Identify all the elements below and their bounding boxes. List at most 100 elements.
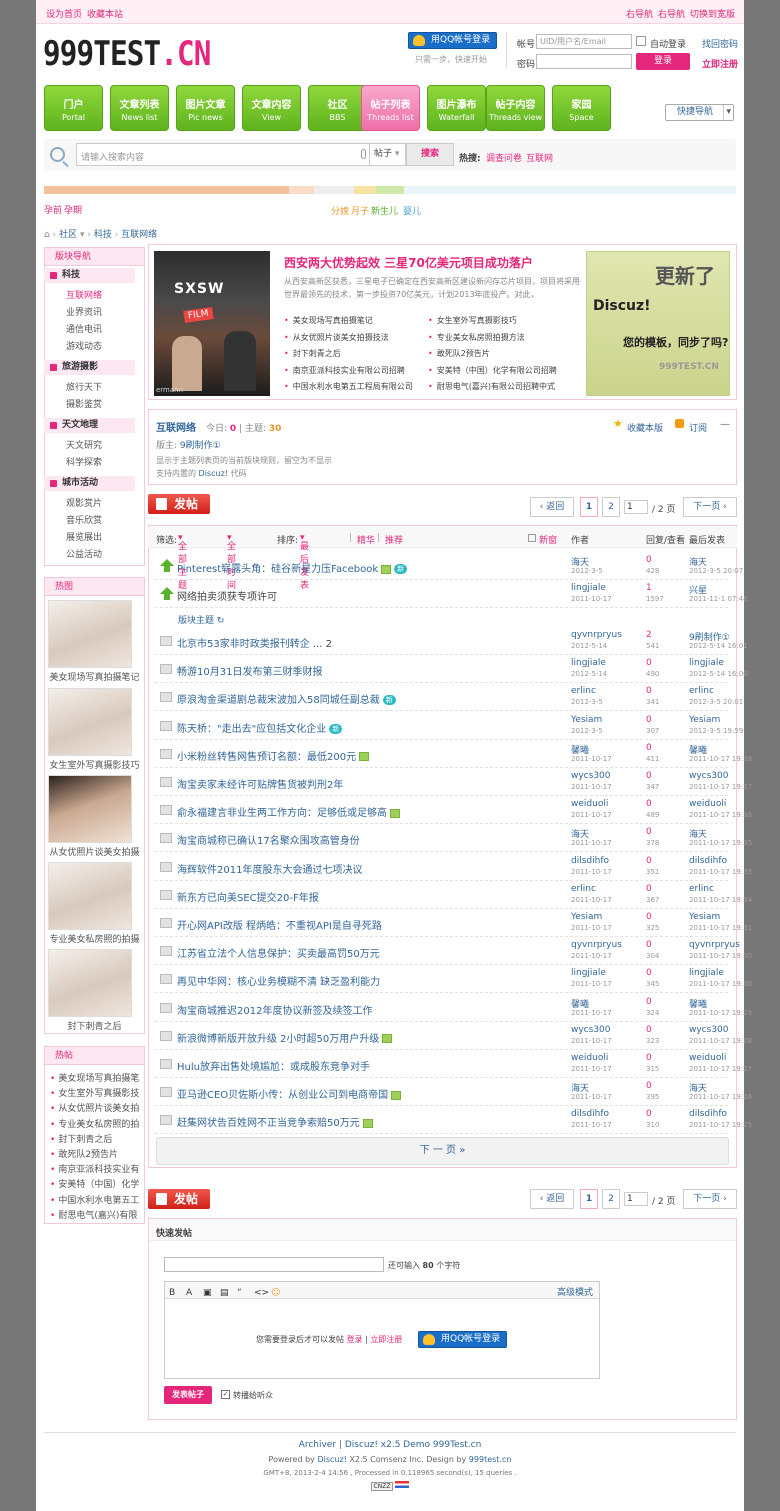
- site-logo[interactable]: 999TEST.CN: [43, 34, 211, 74]
- thread-author[interactable]: lingjiale: [571, 658, 606, 668]
- favorite-forum-link[interactable]: 收藏本版: [627, 421, 663, 434]
- pager-next-button[interactable]: 下一页 ›: [683, 497, 737, 517]
- pager-page-2[interactable]: 2: [602, 1189, 620, 1209]
- subscribe-link[interactable]: 订阅: [689, 421, 707, 434]
- sidebar-category[interactable]: 旅游摄影: [44, 360, 135, 375]
- feature-link[interactable]: 封下刺青之后: [284, 348, 341, 359]
- promo-banner[interactable]: 更新了 Discuz! 您的模板，同步了吗? 999TEST.CN: [586, 251, 730, 396]
- sidebar-item[interactable]: 游戏动态: [66, 339, 102, 352]
- quote-icon[interactable]: “: [237, 1288, 242, 1298]
- table-row[interactable]: 开心网API改版 程炳皓：不重视API是自寻死路 Yesiam 2011-10-17…: [155, 909, 752, 937]
- thread-author[interactable]: dilsdihfo: [571, 1109, 609, 1119]
- post-button-bottom[interactable]: 发帖: [148, 1189, 210, 1209]
- code-icon[interactable]: <>: [254, 1288, 269, 1298]
- thread-subject[interactable]: Hulu放弃出售处境尴尬：或成股东竞争对手: [177, 1058, 370, 1073]
- thread-author[interactable]: weiduoli: [571, 1053, 608, 1063]
- pager-page-1[interactable]: 1: [580, 1189, 598, 1209]
- sidebar-category[interactable]: 城市活动: [44, 476, 135, 491]
- table-row[interactable]: 网络拍卖须获专项许可 lingjiale 2011-10-17 1 1597 兴星 2011…: [155, 580, 748, 608]
- thread-subject[interactable]: Pinterest崭露头角：硅谷新星力压Facebook 新: [177, 560, 408, 575]
- image-icon[interactable]: ▣: [203, 1288, 212, 1298]
- hot-post-link[interactable]: 专业美女私房照的拍: [50, 1117, 139, 1130]
- thread-author[interactable]: lingjiale: [571, 968, 606, 978]
- tag-delivery[interactable]: 分娩: [331, 204, 349, 217]
- thread-subject[interactable]: 小米粉丝转售网售预订名额：最低200元: [177, 748, 370, 763]
- thread-subject[interactable]: 原浪淘金渠道剧总裁宋波加入58同城任副总裁新: [177, 691, 396, 706]
- hot-pic-image[interactable]: [48, 775, 132, 843]
- quick-post-subject[interactable]: [164, 1257, 384, 1272]
- post-button[interactable]: 发帖: [148, 494, 210, 514]
- hot-pic-image[interactable]: [48, 688, 132, 756]
- font-color-icon[interactable]: A: [186, 1288, 192, 1298]
- hot-pic-caption[interactable]: 美女现场写真拍摄笔记: [44, 670, 145, 683]
- feature-link[interactable]: 从女优照片谈美女拍摄技法: [284, 332, 389, 343]
- pager-back-button[interactable]: ‹ 返回: [530, 497, 574, 517]
- auto-login-checkbox[interactable]: [636, 36, 646, 46]
- filter-all-time[interactable]: 全部时间 ▾: [227, 533, 236, 591]
- right-nav-link-1[interactable]: 右导航: [626, 7, 653, 20]
- sidebar-item[interactable]: 摄影鉴赏: [66, 397, 102, 410]
- table-row[interactable]: 淘宝商城推迟2012年度协议新签及续签工作 馨曦 2011-10-17 0 324 馨曦 2…: [155, 994, 752, 1022]
- table-row[interactable]: 畅游10月31日发布第三财季财报 lingjiale 2012-5-14 0 490 li…: [155, 655, 748, 684]
- broadcast-checkbox[interactable]: ✓: [221, 1390, 230, 1399]
- breadcrumb-community[interactable]: 社区: [59, 230, 77, 240]
- last-post-user[interactable]: dilsdihfo: [689, 856, 727, 866]
- smiley-icon[interactable]: ☺: [271, 1288, 280, 1298]
- sidebar-item[interactable]: 观影赏片: [66, 496, 102, 509]
- sidebar-item[interactable]: 通信电讯: [66, 322, 102, 335]
- thread-subject[interactable]: 淘宝卖家未经许可贴牌售货被判刑2年: [177, 776, 343, 791]
- last-post-user[interactable]: weiduoli: [689, 1053, 726, 1063]
- design-link[interactable]: 999test.cn: [469, 1455, 512, 1464]
- pager-back-button[interactable]: ‹ 返回: [530, 1189, 574, 1209]
- cnzz-badge[interactable]: CNZZ: [370, 1482, 394, 1491]
- register-link[interactable]: 立即注册: [702, 57, 738, 70]
- hot-post-link[interactable]: 耐思电气(嘉兴)有限: [50, 1208, 137, 1221]
- table-row[interactable]: 江苏省立法个人信息保护：买卖最高罚50万元 qyvnrpryus 2011-10-1…: [155, 937, 752, 966]
- hot-pic-caption[interactable]: 专业美女私房照的拍摄: [44, 932, 145, 945]
- thread-author[interactable]: weiduoli: [571, 799, 608, 809]
- sidebar-item[interactable]: 公益活动: [66, 547, 102, 560]
- hot-pic-image[interactable]: [48, 600, 132, 668]
- thread-subject[interactable]: 淘宝商城称已确认17名聚众围攻高管身份: [177, 832, 360, 847]
- last-post-user[interactable]: lingjiale: [689, 968, 724, 978]
- last-post-user[interactable]: qyvnrpryus: [689, 940, 740, 950]
- pager-page-1[interactable]: 1: [580, 497, 598, 517]
- nav-item-space[interactable]: 家园 Space: [552, 85, 611, 131]
- table-row[interactable]: 淘宝卖家未经许可贴牌售货被判刑2年 wycs300 2011-10-17 0 347 wy…: [155, 768, 752, 796]
- collapse-icon[interactable]: —: [720, 419, 730, 430]
- hot-post-link[interactable]: 南京亚派科技实业有: [50, 1162, 139, 1175]
- pager-page-input[interactable]: 1: [624, 1192, 648, 1206]
- feature-link[interactable]: 南京亚派科技实业有限公司招聘: [284, 365, 405, 376]
- thread-author[interactable]: Yesiam: [571, 912, 602, 922]
- thread-author[interactable]: wycs300: [571, 771, 611, 781]
- switch-width-link[interactable]: 切换到宽版: [690, 7, 735, 20]
- account-input[interactable]: UID/用户名/Email: [536, 34, 632, 49]
- pager-next-button[interactable]: 下一页 ›: [683, 1189, 737, 1209]
- thread-author[interactable]: qyvnrpryus: [571, 630, 622, 640]
- tag-infant[interactable]: 婴儿: [403, 204, 421, 217]
- search-button[interactable]: 搜索: [406, 143, 454, 166]
- hot-post-link[interactable]: 安美特（中国）化学: [50, 1177, 139, 1190]
- sidebar-item[interactable]: 互联网络: [66, 288, 102, 301]
- table-icon[interactable]: ▤: [220, 1288, 229, 1298]
- feature-title[interactable]: 西安两大优势起效 三星70亿美元项目成功落户: [284, 254, 533, 271]
- hot-pic-image[interactable]: [48, 949, 132, 1017]
- thread-subject[interactable]: 江苏省立法个人信息保护：买卖最高罚50万元: [177, 945, 380, 960]
- advanced-mode-link[interactable]: 高级模式: [557, 1285, 593, 1298]
- table-row[interactable]: 再见中华网：核心业务模糊不清 缺乏盈利能力 lingjiale 2011-10-17…: [155, 965, 752, 994]
- set-home-link[interactable]: 设为首页: [46, 7, 82, 20]
- thread-subject[interactable]: 新浪微博新版开放升级 2小时超50万用户升级: [177, 1030, 393, 1045]
- nav-item-portal[interactable]: 门户 Portal: [44, 85, 103, 131]
- hot-post-link[interactable]: 美女现场写真拍摄笔: [50, 1071, 139, 1084]
- table-row[interactable]: 海辉软件2011年度股东大会通过七项决议 dilsdihfo 2011-10-17 0…: [155, 853, 752, 881]
- sidebar-item[interactable]: 音乐欣赏: [66, 513, 102, 526]
- sidebar-category[interactable]: 天文地理: [44, 418, 135, 433]
- forum-name[interactable]: 互联网络: [156, 419, 196, 434]
- thread-subject[interactable]: 亚马逊CEO贝佐斯小传：从创业公司到电商帝国: [177, 1086, 402, 1101]
- table-row[interactable]: 北京市53家非时政类报刊转企 ... 2 qyvnrpryus 2012-5-14 2…: [155, 627, 748, 655]
- last-post-user[interactable]: erlinc: [689, 884, 714, 894]
- filter-recommend[interactable]: 推荐: [385, 533, 403, 546]
- last-post-user[interactable]: lingjiale: [689, 658, 724, 668]
- hot-search-link-1[interactable]: 调查问卷: [486, 151, 522, 164]
- thread-subject[interactable]: 俞永福建言非业生两工作方向：足够低或足够高: [177, 804, 400, 819]
